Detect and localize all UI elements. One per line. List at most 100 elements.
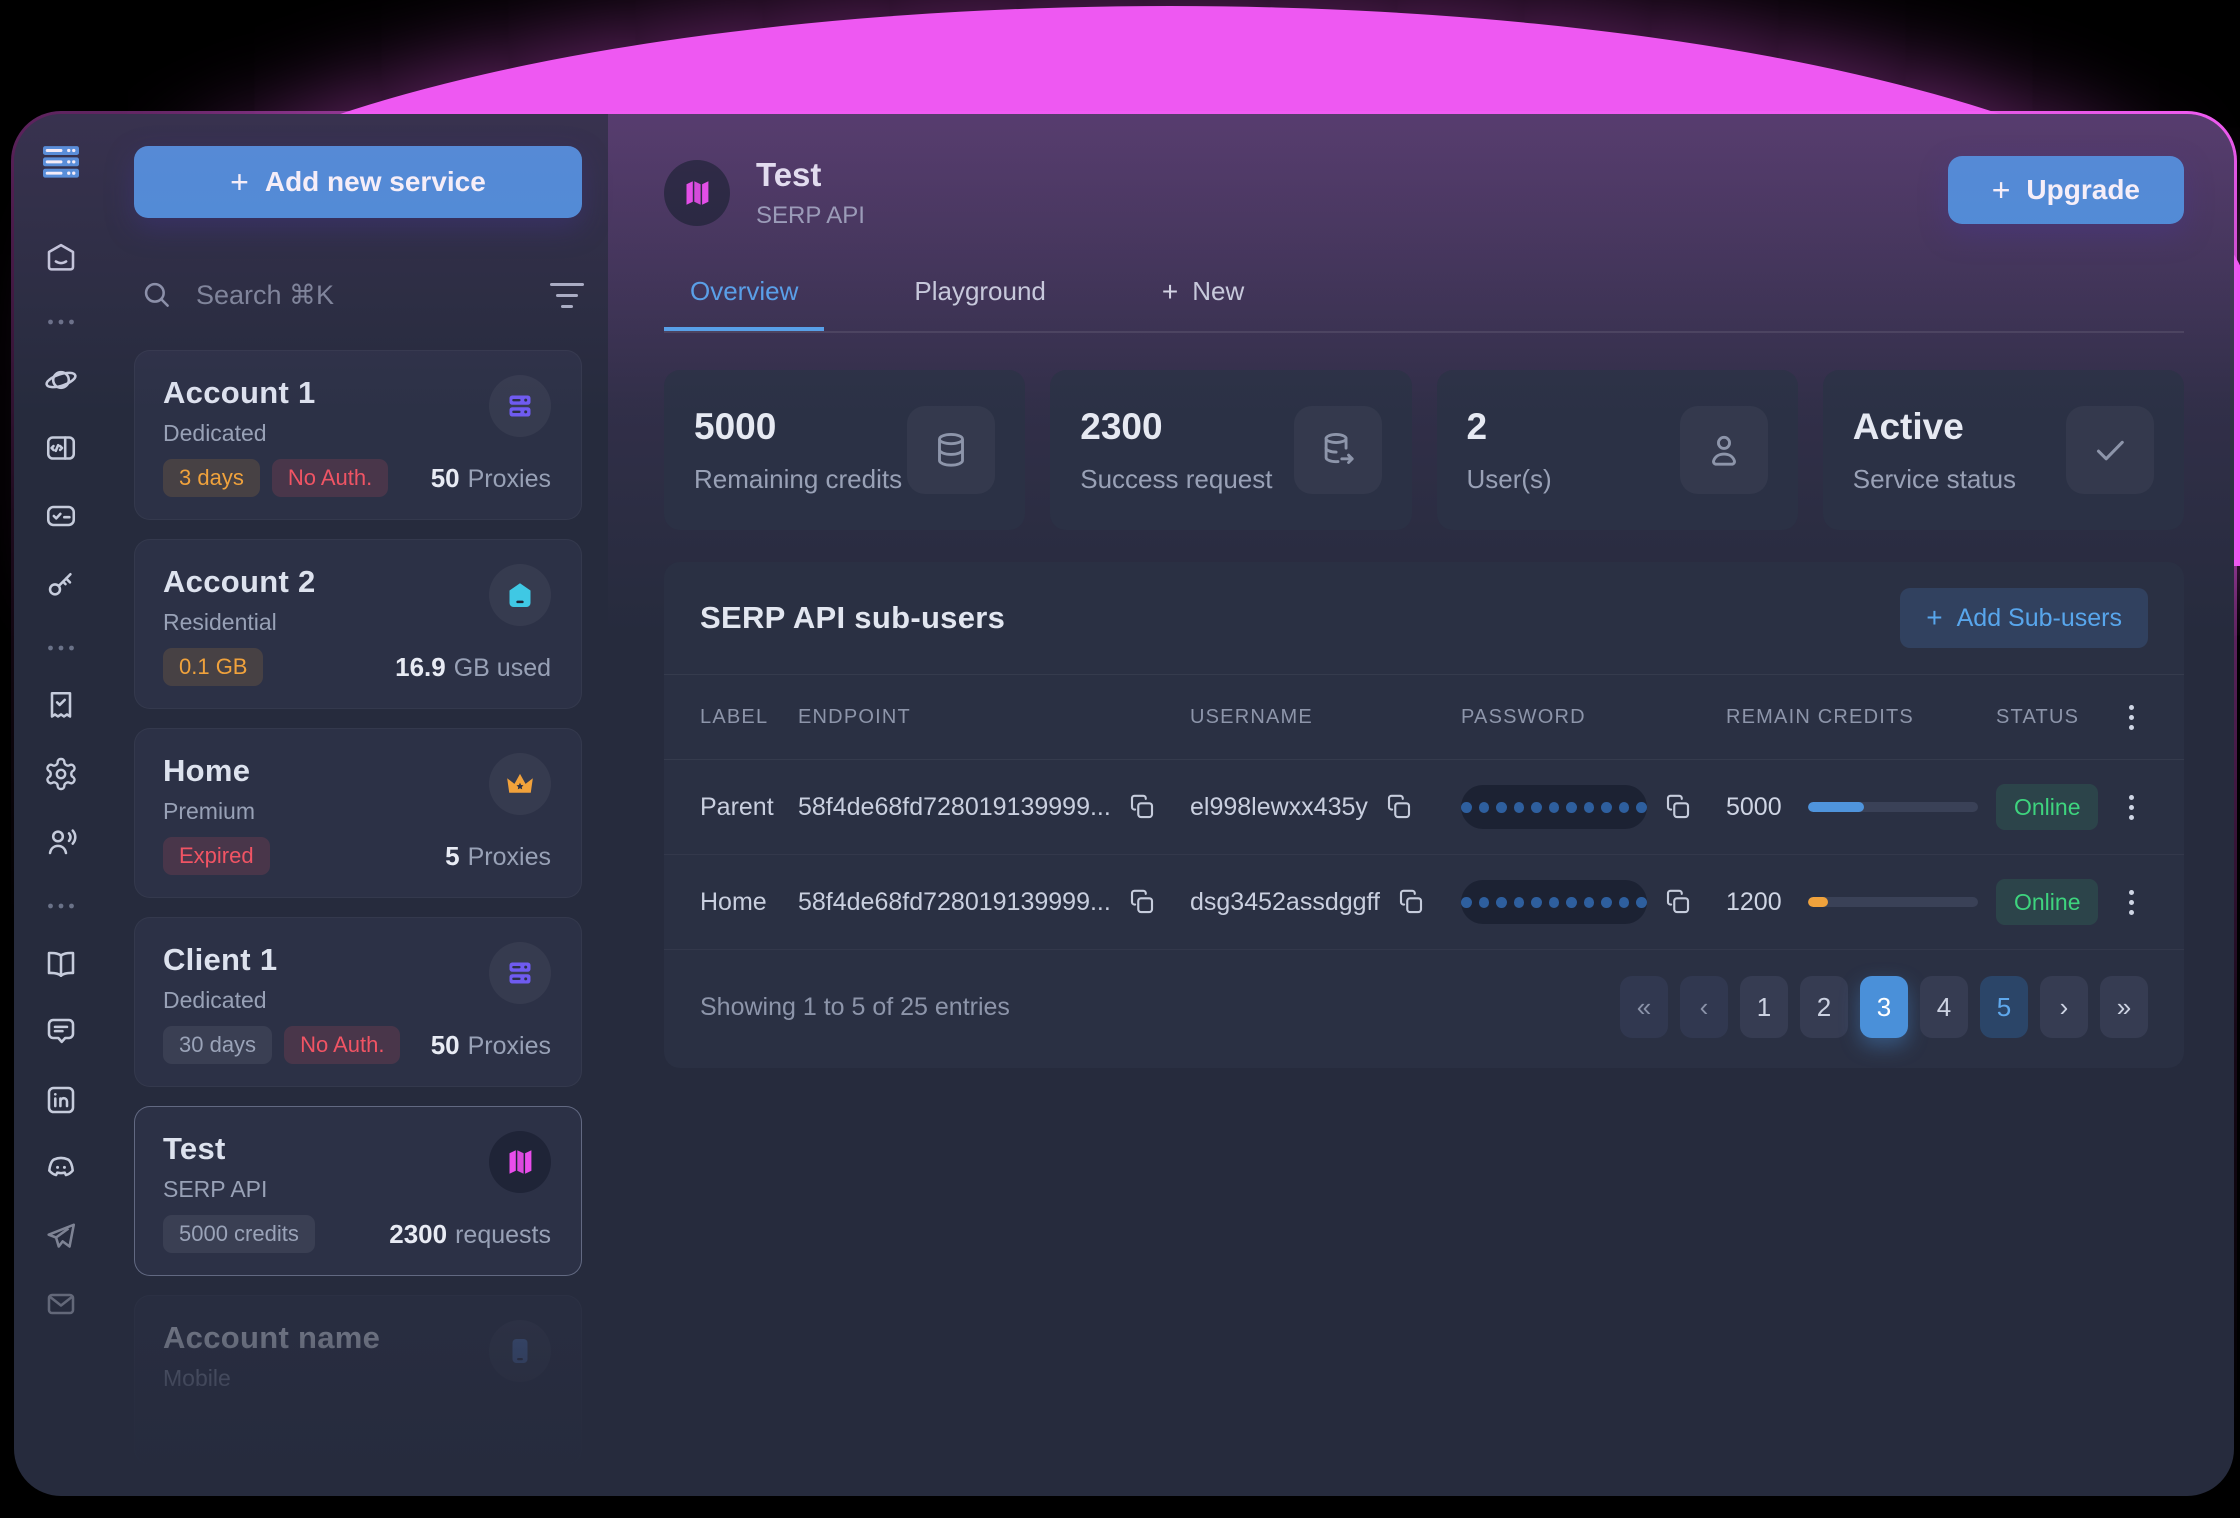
- code-window-icon[interactable]: [39, 426, 83, 470]
- copy-icon[interactable]: [1127, 887, 1157, 917]
- card-stat: 5Proxies: [445, 841, 551, 872]
- page-1-button[interactable]: 1: [1740, 976, 1788, 1038]
- status-badge: Online: [1996, 784, 2098, 830]
- col-label: LABEL: [700, 706, 798, 729]
- app-window-frame: + Add new service Account 1 Dedicated: [11, 111, 2237, 1499]
- app-logo-icon[interactable]: [39, 140, 83, 184]
- plus-icon: +: [1926, 604, 1942, 632]
- page-first-button[interactable]: «: [1620, 976, 1668, 1038]
- service-sidebar: + Add new service Account 1 Dedicated: [108, 114, 608, 1496]
- add-sub-users-button[interactable]: + Add Sub-users: [1900, 588, 2148, 648]
- page-next-button[interactable]: ›: [2040, 976, 2088, 1038]
- stat-success-request: 2300 Success request: [1050, 370, 1411, 530]
- tab-playground[interactable]: Playground: [888, 270, 1072, 331]
- cell-username: el998lewxx435y: [1190, 793, 1368, 822]
- page-2-button[interactable]: 2: [1800, 976, 1848, 1038]
- table-row: Home 58f4de68fd728019139999... dsg3452as…: [664, 855, 2184, 950]
- telegram-icon[interactable]: [39, 1214, 83, 1258]
- settings-gear-icon[interactable]: [39, 752, 83, 796]
- badge: 3 days: [163, 459, 260, 497]
- kebab-menu-icon[interactable]: [2114, 890, 2148, 915]
- copy-icon[interactable]: [1127, 792, 1157, 822]
- plus-icon: +: [1162, 278, 1178, 306]
- more-icon[interactable]: [39, 312, 83, 332]
- card-title: Account 2: [163, 564, 316, 600]
- copy-icon[interactable]: [1384, 792, 1414, 822]
- status-badge: Online: [1996, 879, 2098, 925]
- home-icon[interactable]: [39, 236, 83, 280]
- badge: No Auth.: [284, 1026, 400, 1064]
- pagination: « ‹ 1 2 3 4 5 › »: [1620, 976, 2148, 1038]
- key-icon[interactable]: [39, 562, 83, 606]
- icon-rail: [14, 114, 108, 1496]
- service-card-test[interactable]: Test SERP API 5000 credits 2300requests: [134, 1106, 582, 1276]
- col-endpoint: ENDPOINT: [798, 706, 1190, 729]
- page-4-button[interactable]: 4: [1920, 976, 1968, 1038]
- card-stat: 2300requests: [389, 1219, 551, 1250]
- card-title: Client 1: [163, 942, 277, 978]
- kebab-menu-icon[interactable]: [2114, 795, 2148, 820]
- app-window: + Add new service Account 1 Dedicated: [14, 114, 2234, 1496]
- copy-icon[interactable]: [1663, 887, 1693, 917]
- crown-icon: [489, 753, 551, 815]
- page-prev-button[interactable]: ‹: [1680, 976, 1728, 1038]
- col-username: USERNAME: [1190, 706, 1461, 729]
- planet-icon[interactable]: [39, 358, 83, 402]
- cell-label: Parent: [700, 793, 798, 822]
- cell-label: Home: [700, 888, 798, 917]
- linkedin-icon[interactable]: [39, 1078, 83, 1122]
- tasks-icon[interactable]: [39, 494, 83, 538]
- upgrade-button[interactable]: + Upgrade: [1948, 156, 2184, 224]
- card-title: Test: [163, 1131, 267, 1167]
- mail-icon[interactable]: [39, 1282, 83, 1326]
- card-stat: 50Proxies: [431, 1030, 551, 1061]
- home-icon: [489, 564, 551, 626]
- col-password: PASSWORD: [1461, 706, 1726, 729]
- discord-icon[interactable]: [39, 1146, 83, 1190]
- service-card-account-2[interactable]: Account 2 Residential 0.1 GB 16.9GB used: [134, 539, 582, 709]
- add-new-service-button[interactable]: + Add new service: [134, 146, 582, 218]
- more-icon[interactable]: [39, 638, 83, 658]
- badge: No Auth.: [272, 459, 388, 497]
- panel-title: SERP API sub-users: [700, 600, 1005, 636]
- service-card-home[interactable]: Home Premium Expired 5Proxies: [134, 728, 582, 898]
- tab-overview[interactable]: Overview: [664, 270, 824, 331]
- cell-username: dsg3452assdggff: [1190, 888, 1380, 917]
- plus-icon: +: [1992, 174, 2011, 206]
- docs-book-icon[interactable]: [39, 942, 83, 986]
- plus-icon: +: [230, 166, 249, 198]
- phone-icon: [489, 1320, 551, 1382]
- kebab-menu-icon[interactable]: [2114, 705, 2148, 730]
- main-content: Test SERP API + Upgrade Overview Playgro…: [608, 114, 2234, 1496]
- server-icon: [489, 375, 551, 437]
- receipt-icon[interactable]: [39, 684, 83, 728]
- table-footer: Showing 1 to 5 of 25 entries « ‹ 1 2 3 4…: [664, 950, 2184, 1068]
- filter-icon[interactable]: [550, 283, 584, 308]
- card-subtitle: Dedicated: [163, 420, 316, 447]
- card-subtitle: Dedicated: [163, 987, 277, 1014]
- database-icon: [907, 406, 995, 494]
- copy-icon[interactable]: [1663, 792, 1693, 822]
- more-icon[interactable]: [39, 896, 83, 916]
- badge: Expired: [163, 837, 270, 875]
- page-5-button[interactable]: 5: [1980, 976, 2028, 1038]
- service-card-client-1[interactable]: Client 1 Dedicated 30 days No Auth. 50Pr…: [134, 917, 582, 1087]
- tab-new[interactable]: +New: [1136, 270, 1270, 331]
- page-last-button[interactable]: »: [2100, 976, 2148, 1038]
- copy-icon[interactable]: [1396, 887, 1426, 917]
- card-subtitle: SERP API: [163, 1176, 267, 1203]
- card-title: Account name: [163, 1320, 380, 1356]
- service-card-account-name[interactable]: Account name Mobile: [134, 1295, 582, 1465]
- chat-icon[interactable]: [39, 1010, 83, 1054]
- service-card-account-1[interactable]: Account 1 Dedicated 3 days No Auth. 50Pr…: [134, 350, 582, 520]
- col-status: STATUS: [1996, 706, 2114, 729]
- credits-progress: [1808, 897, 1978, 907]
- referral-user-icon[interactable]: [39, 820, 83, 864]
- page-subtitle: SERP API: [756, 202, 865, 230]
- credits-progress: [1808, 802, 1978, 812]
- search-input[interactable]: [196, 280, 550, 311]
- page-title: Test: [756, 156, 865, 194]
- entries-summary: Showing 1 to 5 of 25 entries: [700, 993, 1010, 1022]
- card-title: Account 1: [163, 375, 316, 411]
- page-3-button[interactable]: 3: [1860, 976, 1908, 1038]
